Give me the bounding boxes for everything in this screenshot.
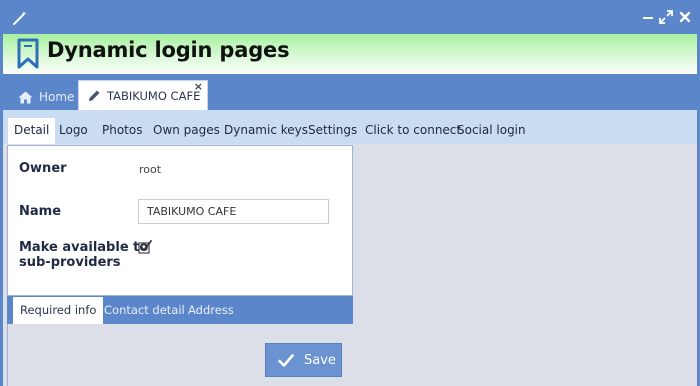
page-header: Dynamic login pages (3, 34, 697, 74)
tab-home-label: Home (39, 90, 75, 104)
pencil-icon (89, 90, 100, 101)
name-label: Name (19, 204, 62, 219)
tab-photos[interactable]: Photos (96, 118, 148, 142)
owner-label: Owner (19, 161, 67, 176)
home-icon (18, 91, 33, 103)
tab-required-info[interactable]: Required info (13, 297, 104, 324)
sub-tab-bar: Detail Logo Photos Own pages Dynamic key… (3, 110, 697, 144)
tab-tabikumo-cafe[interactable]: TABIKUMO CAFE × (78, 80, 208, 110)
sub-providers-label-line2: sub-providers (19, 255, 121, 270)
tab-active-label: TABIKUMO CAFE (107, 88, 201, 103)
tab-close-icon[interactable]: × (194, 81, 203, 92)
save-button[interactable]: Save (265, 343, 342, 377)
tab-home[interactable]: Home (18, 88, 74, 106)
sub-providers-checkbox[interactable] (138, 240, 152, 254)
minimize-icon[interactable] (640, 9, 656, 25)
title-bar (0, 0, 700, 34)
owner-value: root (139, 163, 162, 176)
sub-providers-label-line1: Make available to (19, 240, 149, 255)
top-tab-bar: Home TABIKUMO CAFE × (3, 74, 697, 110)
tab-logo[interactable]: Logo (53, 118, 94, 142)
tab-detail[interactable]: Detail (8, 118, 56, 144)
bookmark-icon (17, 38, 39, 69)
save-button-label: Save (304, 352, 336, 368)
checkmark-icon (278, 353, 294, 367)
bottom-tab-bar: Required info Contact detail Address (7, 296, 353, 324)
tab-address[interactable]: Address (181, 297, 241, 324)
page-title: Dynamic login pages (47, 38, 290, 62)
maximize-icon[interactable] (658, 9, 674, 25)
tab-settings[interactable]: Settings (302, 118, 363, 142)
tab-own-pages[interactable]: Own pages (147, 118, 226, 142)
tab-dynamic-keys[interactable]: Dynamic keys (218, 118, 314, 142)
name-field[interactable] (138, 199, 329, 224)
tab-social-login[interactable]: Social login (451, 118, 532, 142)
sub-providers-label: Make available to sub-providers (19, 240, 148, 270)
tab-contact-detail[interactable]: Contact detail (97, 297, 192, 324)
magic-wand-icon[interactable] (12, 10, 28, 26)
close-icon[interactable] (677, 9, 693, 25)
